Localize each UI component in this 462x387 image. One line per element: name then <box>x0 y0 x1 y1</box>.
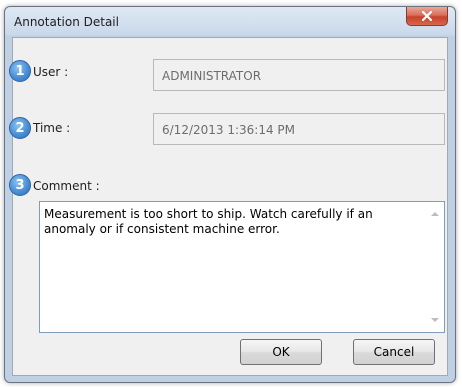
title-bar[interactable]: Annotation Detail <box>5 7 455 37</box>
comment-label: Comment : <box>33 179 100 193</box>
comment-textarea[interactable]: Measurement is too short to ship. Watch … <box>39 201 445 333</box>
comment-text: Measurement is too short to ship. Watch … <box>44 207 373 236</box>
scroll-down-icon[interactable] <box>431 318 439 322</box>
time-label: Time : <box>33 121 71 135</box>
step-badge-2: 2 <box>9 117 31 139</box>
comment-scrollbar[interactable] <box>427 202 444 332</box>
cancel-button[interactable]: Cancel <box>353 339 435 365</box>
step-badge-3: 3 <box>9 174 31 196</box>
annotation-detail-dialog: Annotation Detail 1 User : ADMINISTRATOR… <box>4 6 456 383</box>
window-title: Annotation Detail <box>14 15 119 29</box>
close-icon <box>422 11 432 21</box>
scroll-up-icon[interactable] <box>431 212 439 216</box>
step-badge-1: 1 <box>9 60 31 82</box>
user-label: User : <box>33 65 69 79</box>
close-button[interactable] <box>406 7 448 26</box>
user-field: ADMINISTRATOR <box>153 59 445 91</box>
dialog-content: 1 User : ADMINISTRATOR 2 Time : 6/12/201… <box>9 37 448 376</box>
time-field: 6/12/2013 1:36:14 PM <box>153 113 445 145</box>
ok-button[interactable]: OK <box>240 339 322 365</box>
